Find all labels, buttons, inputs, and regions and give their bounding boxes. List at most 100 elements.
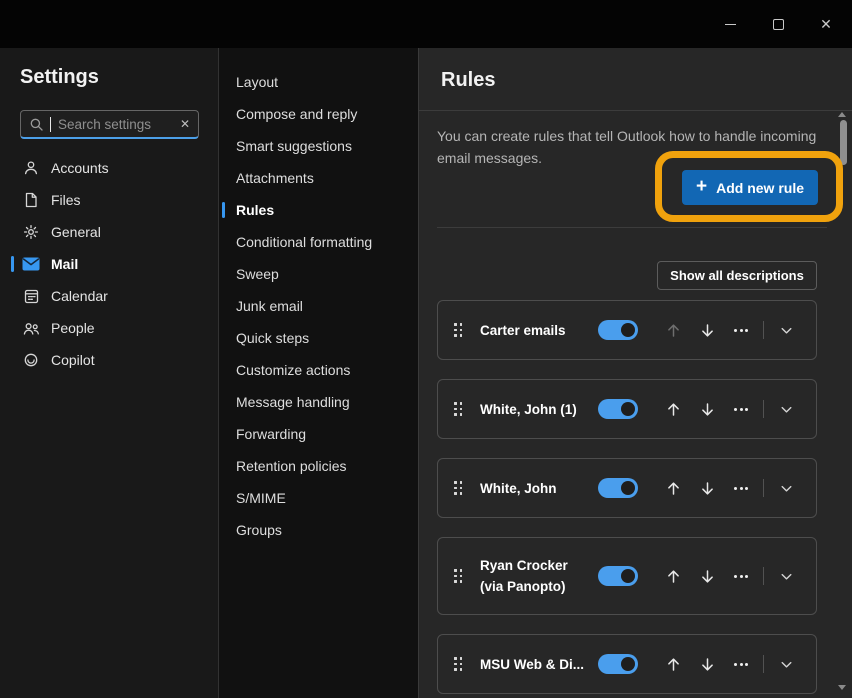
sidebar-item-label: Accounts	[51, 160, 109, 176]
toggle-knob	[621, 402, 635, 416]
mail-settings-nav: Layout Compose and reply Smart suggestions…	[218, 48, 418, 698]
rule-name: White, John (1)	[480, 399, 592, 420]
show-all-descriptions-button[interactable]: Show all descriptions	[657, 261, 817, 290]
nav-item-sweep[interactable]: Sweep	[219, 258, 418, 290]
actions-divider	[763, 321, 764, 339]
rule-actions	[656, 652, 803, 676]
rules-list: Carter emails White, John (1) White, John R…	[437, 300, 817, 698]
move-down-icon[interactable]	[690, 476, 724, 500]
nav-item-label: Sweep	[236, 266, 279, 282]
rule-name: Ryan Crocker (via Panopto)	[480, 555, 592, 597]
sidebar-item-files[interactable]: Files	[0, 184, 218, 216]
more-options-icon[interactable]	[724, 318, 758, 342]
rule-enabled-toggle[interactable]	[598, 566, 638, 586]
chevron-down-icon[interactable]	[769, 318, 803, 342]
move-down-icon[interactable]	[690, 564, 724, 588]
sidebar-item-people[interactable]: People	[0, 312, 218, 344]
move-down-icon[interactable]	[690, 652, 724, 676]
nav-item-quick-steps[interactable]: Quick steps	[219, 322, 418, 354]
rule-enabled-toggle[interactable]	[598, 478, 638, 498]
nav-item-smart-suggestions[interactable]: Smart suggestions	[219, 130, 418, 162]
window-controls: ✕	[706, 0, 850, 48]
drag-handle-icon[interactable]	[454, 402, 462, 416]
clear-search-icon[interactable]: ✕	[180, 117, 190, 131]
chevron-down-icon[interactable]	[769, 564, 803, 588]
rule-actions	[656, 397, 803, 421]
nav-item-retention-policies[interactable]: Retention policies	[219, 450, 418, 482]
nav-item-label: Junk email	[236, 298, 303, 314]
scrollbar-up-arrow[interactable]	[838, 112, 846, 117]
gear-icon	[22, 224, 40, 240]
settings-sidebar: Settings Search settings ✕ Accounts Files…	[0, 48, 218, 698]
nav-item-label: S/MIME	[236, 490, 286, 506]
nav-item-label: Customize actions	[236, 362, 350, 378]
nav-item-label: Groups	[236, 522, 282, 538]
sidebar-item-general[interactable]: General	[0, 216, 218, 248]
people-icon	[22, 320, 40, 336]
drag-handle-icon[interactable]	[454, 569, 462, 583]
more-options-icon[interactable]	[724, 397, 758, 421]
rule-actions	[656, 476, 803, 500]
maximize-button[interactable]	[754, 0, 802, 48]
nav-item-conditional-formatting[interactable]: Conditional formatting	[219, 226, 418, 258]
actions-divider	[763, 567, 764, 585]
rule-enabled-toggle[interactable]	[598, 320, 638, 340]
drag-handle-icon[interactable]	[454, 323, 462, 337]
more-options-icon[interactable]	[724, 476, 758, 500]
more-options-icon[interactable]	[724, 652, 758, 676]
minimize-icon	[725, 24, 736, 25]
rule-name: Carter emails	[480, 320, 592, 341]
nav-item-customize-actions[interactable]: Customize actions	[219, 354, 418, 386]
nav-item-label: Layout	[236, 74, 278, 90]
rule-enabled-toggle[interactable]	[598, 399, 638, 419]
rule-actions	[656, 318, 803, 342]
rule-card-white-john: White, John	[437, 458, 817, 518]
header-divider	[419, 110, 852, 111]
nav-item-label: Compose and reply	[236, 106, 357, 122]
settings-title: Settings	[20, 66, 99, 89]
nav-item-junk-email[interactable]: Junk email	[219, 290, 418, 322]
nav-item-attachments[interactable]: Attachments	[219, 162, 418, 194]
nav-item-forwarding[interactable]: Forwarding	[219, 418, 418, 450]
move-up-icon[interactable]	[656, 652, 690, 676]
add-new-rule-label: Add new rule	[716, 180, 804, 196]
search-icon	[30, 118, 43, 131]
chevron-down-icon[interactable]	[769, 476, 803, 500]
drag-handle-icon[interactable]	[454, 481, 462, 495]
scrollbar-down-arrow[interactable]	[838, 685, 846, 690]
nav-item-rules[interactable]: Rules	[219, 194, 418, 226]
actions-divider	[763, 479, 764, 497]
chevron-down-icon[interactable]	[769, 652, 803, 676]
nav-item-message-handling[interactable]: Message handling	[219, 386, 418, 418]
more-options-icon[interactable]	[724, 564, 758, 588]
nav-item-compose-and-reply[interactable]: Compose and reply	[219, 98, 418, 130]
sidebar-item-mail[interactable]: Mail	[0, 248, 218, 280]
move-down-icon[interactable]	[690, 318, 724, 342]
toggle-knob	[621, 323, 635, 337]
move-up-icon[interactable]	[656, 318, 690, 342]
move-up-icon[interactable]	[656, 476, 690, 500]
move-up-icon[interactable]	[656, 564, 690, 588]
window-titlebar: ✕	[0, 0, 852, 48]
rule-enabled-toggle[interactable]	[598, 654, 638, 674]
rules-panel: Rules You can create rules that tell Out…	[418, 48, 852, 698]
search-input[interactable]: Search settings ✕	[20, 110, 199, 139]
move-down-icon[interactable]	[690, 397, 724, 421]
mail-icon	[22, 256, 40, 272]
nav-item-groups[interactable]: Groups	[219, 514, 418, 546]
nav-item-s-mime[interactable]: S/MIME	[219, 482, 418, 514]
nav-item-label: Quick steps	[236, 330, 309, 346]
chevron-down-icon[interactable]	[769, 397, 803, 421]
sidebar-item-accounts[interactable]: Accounts	[0, 152, 218, 184]
sidebar-item-copilot[interactable]: Copilot	[0, 344, 218, 376]
minimize-button[interactable]	[706, 0, 754, 48]
rule-card-carter-emails: Carter emails	[437, 300, 817, 360]
scrollbar-thumb[interactable]	[840, 120, 847, 165]
add-new-rule-button[interactable]: + Add new rule	[682, 170, 818, 205]
rule-name: MSU Web & Di...	[480, 654, 592, 675]
drag-handle-icon[interactable]	[454, 657, 462, 671]
sidebar-item-calendar[interactable]: Calendar	[0, 280, 218, 312]
close-button[interactable]: ✕	[802, 0, 850, 48]
nav-item-layout[interactable]: Layout	[219, 66, 418, 98]
move-up-icon[interactable]	[656, 397, 690, 421]
